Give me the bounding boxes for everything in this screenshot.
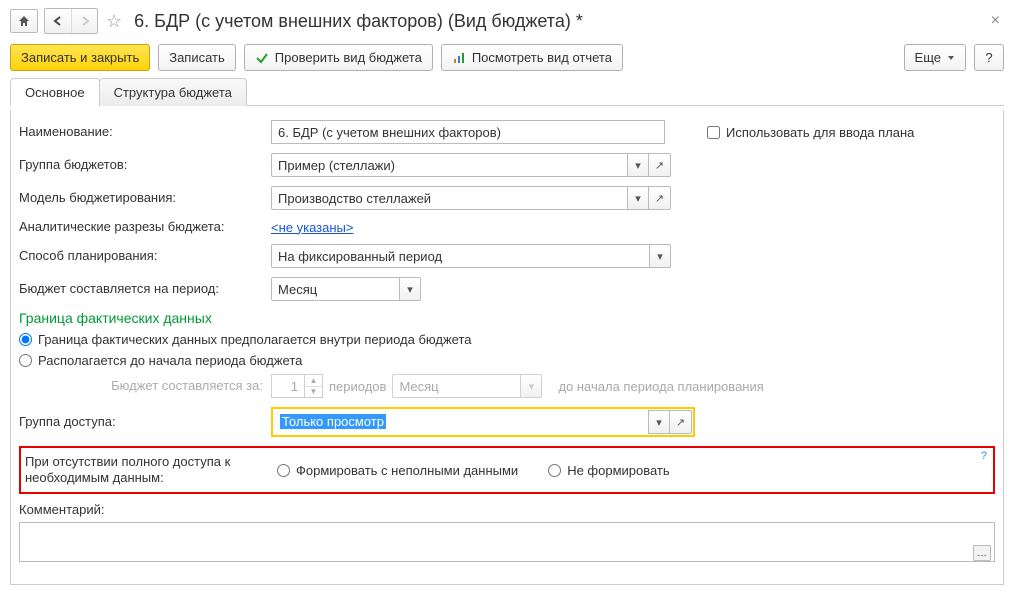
no-full-access-group: При отсутствии полного доступа к необход… xyxy=(19,446,995,494)
use-for-plan-label: Использовать для ввода плана xyxy=(726,125,914,140)
do-not-form-radio[interactable]: Не формировать xyxy=(548,463,669,478)
periods-word: периодов xyxy=(329,379,386,394)
planning-method-input-group: На фиксированный период ▾ xyxy=(271,244,671,268)
access-group-highlight: Только просмотр ▾ ↗ xyxy=(271,407,695,437)
budget-group-open-icon[interactable]: ↗ xyxy=(649,153,671,177)
budget-form-window: ☆ 6. БДР (с учетом внешних факторов) (Ви… xyxy=(0,0,1014,601)
window-title: 6. БДР (с учетом внешних факторов) (Вид … xyxy=(134,11,981,32)
boundary-before-label: Располагается до начала периода бюджета xyxy=(38,353,302,368)
budget-period-dropdown-icon[interactable]: ▾ xyxy=(399,277,421,301)
no-access-help-icon[interactable]: ? xyxy=(981,450,987,462)
check-budget-type-label: Проверить вид бюджета xyxy=(275,50,422,65)
planning-method-dropdown-icon[interactable]: ▾ xyxy=(649,244,671,268)
more-label: Еще xyxy=(915,50,941,65)
comment-label: Комментарий: xyxy=(19,502,995,518)
home-button[interactable] xyxy=(10,9,38,33)
access-group-label: Группа доступа: xyxy=(19,414,271,430)
spinner-up-icon: ▲ xyxy=(305,375,322,386)
save-and-close-button[interactable]: Записать и закрыть xyxy=(10,44,150,71)
favorite-star-icon[interactable]: ☆ xyxy=(104,11,124,32)
help-button[interactable]: ? xyxy=(974,44,1004,71)
period-unit-input: Месяц xyxy=(392,374,520,398)
boundary-inside-label: Граница фактических данных предполагаетс… xyxy=(38,332,472,347)
boundary-inside-radio[interactable]: Граница фактических данных предполагаетс… xyxy=(19,332,995,347)
command-bar: Записать и закрыть Записать Проверить ви… xyxy=(10,44,1004,71)
planning-method-label: Способ планирования: xyxy=(19,248,271,264)
form-partial-label: Формировать с неполными данными xyxy=(296,463,518,478)
budget-group-input-group: Пример (стеллажи) ▾ ↗ xyxy=(271,153,671,177)
view-report-label: Посмотреть вид отчета xyxy=(472,50,612,65)
titlebar: ☆ 6. БДР (с учетом внешних факторов) (Ви… xyxy=(10,8,1004,34)
name-input[interactable]: 6. БДР (с учетом внешних факторов) xyxy=(271,120,665,144)
page-tabs: Основное Структура бюджета xyxy=(10,77,1004,106)
compiled-for-label: Бюджет составляется за: xyxy=(19,378,271,394)
forward-button[interactable] xyxy=(71,9,97,33)
budget-period-label: Бюджет составляется на период: xyxy=(19,281,271,297)
name-label: Наименование: xyxy=(19,124,271,140)
budget-group-input[interactable]: Пример (стеллажи) xyxy=(271,153,627,177)
actual-data-boundary-heading: Граница фактических данных xyxy=(19,310,995,326)
check-budget-type-button[interactable]: Проверить вид бюджета xyxy=(244,44,433,71)
planning-method-input[interactable]: На фиксированный период xyxy=(271,244,649,268)
back-button[interactable] xyxy=(45,9,71,33)
nav-group xyxy=(44,8,98,34)
use-for-plan-checkbox[interactable]: Использовать для ввода плана xyxy=(707,125,914,140)
before-planning-text: до начала периода планирования xyxy=(558,379,763,394)
tab-main[interactable]: Основное xyxy=(10,78,100,106)
no-full-access-label: При отсутствии полного доступа к необход… xyxy=(25,454,277,486)
budgeting-model-label: Модель бюджетирования: xyxy=(19,190,271,206)
periods-count-spinner: ▲ ▼ xyxy=(305,374,323,398)
form-body: Наименование: 6. БДР (с учетом внешних ф… xyxy=(10,110,1004,585)
analytic-slices-label: Аналитические разрезы бюджета: xyxy=(19,219,271,235)
more-button[interactable]: Еще xyxy=(904,44,966,71)
comment-expand-icon[interactable]: … xyxy=(973,545,991,561)
analytic-slices-link[interactable]: <не указаны> xyxy=(271,220,353,235)
periods-count-input: 1 xyxy=(271,374,305,398)
budget-period-input[interactable]: Месяц xyxy=(271,277,399,301)
spinner-down-icon: ▼ xyxy=(305,386,322,398)
view-report-button[interactable]: Посмотреть вид отчета xyxy=(441,44,623,71)
comment-textarea[interactable] xyxy=(19,522,995,562)
budgeting-model-input[interactable]: Производство стеллажей xyxy=(271,186,627,210)
access-group-open-icon[interactable]: ↗ xyxy=(670,410,692,434)
budget-group-label: Группа бюджетов: xyxy=(19,157,271,173)
period-unit-dropdown-icon: ▾ xyxy=(520,374,542,398)
close-icon[interactable]: × xyxy=(987,12,1004,30)
do-not-form-label: Не формировать xyxy=(567,463,669,478)
access-group-dropdown-icon[interactable]: ▾ xyxy=(648,410,670,434)
tab-structure[interactable]: Структура бюджета xyxy=(99,78,247,106)
budgeting-model-open-icon[interactable]: ↗ xyxy=(649,186,671,210)
budget-group-dropdown-icon[interactable]: ▾ xyxy=(627,153,649,177)
save-button[interactable]: Записать xyxy=(158,44,236,71)
budget-period-input-group: Месяц ▾ xyxy=(271,277,421,301)
boundary-before-radio[interactable]: Располагается до начала периода бюджета xyxy=(19,353,995,368)
budgeting-model-input-group: Производство стеллажей ▾ ↗ xyxy=(271,186,671,210)
budgeting-model-dropdown-icon[interactable]: ▾ xyxy=(627,186,649,210)
form-partial-radio[interactable]: Формировать с неполными данными xyxy=(277,463,518,478)
access-group-input[interactable]: Только просмотр xyxy=(274,410,648,432)
